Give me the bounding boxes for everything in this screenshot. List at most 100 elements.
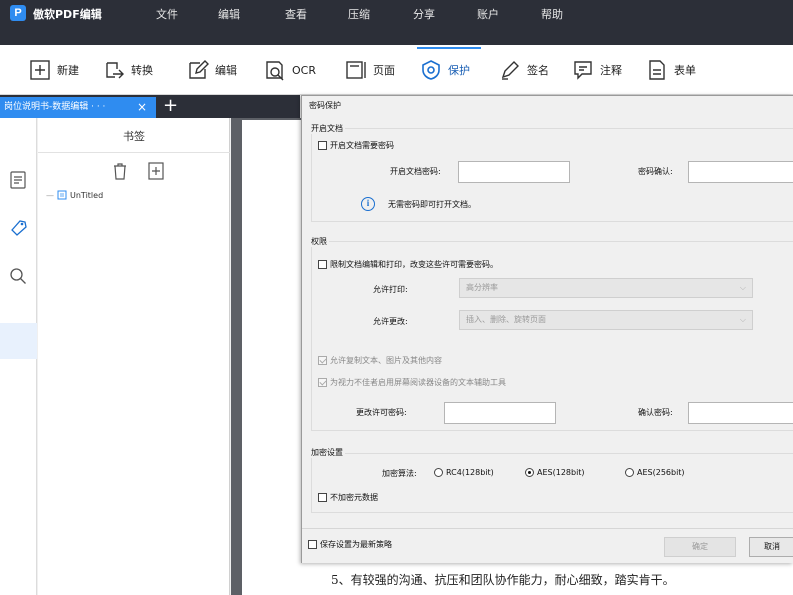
tool-protect-label: 保护 xyxy=(448,64,470,77)
edit-icon xyxy=(189,60,209,79)
allow-copy-checkbox[interactable]: 允许复制文本、图片及其他内容 xyxy=(318,355,442,366)
title-bar: P 傲软PDF编辑 文件 编辑 查看 压缩 分享 账户 帮助 xyxy=(0,0,793,45)
tool-ocr-label: OCR xyxy=(292,63,316,77)
menu-edit[interactable]: 编辑 xyxy=(218,6,240,22)
cancel-button[interactable]: 取消 xyxy=(749,537,793,557)
dialog-title: 密码保护 xyxy=(309,101,341,110)
allow-print-label: 允许打印: xyxy=(373,285,408,294)
app-logo: P xyxy=(10,5,26,21)
radio-button[interactable] xyxy=(434,468,443,477)
restrict-edit-label: 限制文档编辑和打印，改变这些许可需要密码。 xyxy=(330,260,498,269)
menu-account[interactable]: 账户 xyxy=(477,6,499,22)
allow-print-select[interactable]: 高分辨率 ⌵ xyxy=(459,278,753,298)
left-rail xyxy=(0,118,37,595)
bookmark-panel-title: 书签 xyxy=(123,130,145,143)
tool-edit-button[interactable]: 编辑 xyxy=(187,57,237,83)
tool-page-label: 页面 xyxy=(373,64,395,77)
open-confirm-label: 密码确认: xyxy=(638,167,673,176)
ok-button[interactable]: 确定 xyxy=(664,537,736,557)
tool-form-button[interactable]: 表单 xyxy=(646,57,696,83)
algorithm-label: 加密算法: xyxy=(382,469,417,478)
radio-button[interactable] xyxy=(525,468,534,477)
tool-new-button[interactable]: 新建 xyxy=(29,57,79,83)
radio-button[interactable] xyxy=(625,468,634,477)
checkbox-box[interactable] xyxy=(318,141,327,150)
tool-edit-label: 编辑 xyxy=(215,64,237,77)
menu-view[interactable]: 查看 xyxy=(285,6,307,22)
checkbox-box[interactable] xyxy=(318,356,327,365)
open-password-label: 开启文档密码: xyxy=(390,167,441,176)
tool-sign-label: 签名 xyxy=(527,64,549,77)
ocr-icon xyxy=(266,61,284,81)
encryption-group xyxy=(311,453,793,513)
menu-share[interactable]: 分享 xyxy=(413,6,435,22)
menu-compress[interactable]: 压缩 xyxy=(348,6,370,22)
radio-aes256-label: AES(256bit) xyxy=(637,468,685,477)
radio-rc4[interactable]: RC4(128bit) xyxy=(434,468,494,477)
search-icon[interactable] xyxy=(8,266,28,286)
tool-form-label: 表单 xyxy=(674,64,696,77)
add-bookmark-icon[interactable] xyxy=(146,161,166,181)
main-toolbar: 新建 转换 编辑 OCR 页面 保护 签名 注释 表单 xyxy=(0,45,793,95)
allow-copy-label: 允许复制文本、图片及其他内容 xyxy=(330,356,442,365)
thumbnail-icon[interactable] xyxy=(8,170,28,190)
permissions-group-label: 权限 xyxy=(309,236,329,247)
tool-sign-button[interactable]: 签名 xyxy=(499,57,549,83)
info-icon: i xyxy=(361,197,375,211)
require-open-password-checkbox[interactable]: 开启文档需要密码 xyxy=(318,140,394,151)
tool-convert-button[interactable]: 转换 xyxy=(103,57,153,83)
encryption-group-label: 加密设置 xyxy=(309,447,345,458)
require-open-password-label: 开启文档需要密码 xyxy=(330,141,394,150)
open-password-input[interactable] xyxy=(458,161,570,183)
radio-rc4-label: RC4(128bit) xyxy=(446,468,494,477)
bookmark-item[interactable]: — UnTitled xyxy=(46,190,103,200)
document-tabs: 岗位说明书-数据编辑 · · · × + xyxy=(0,95,300,118)
checkbox-box[interactable] xyxy=(308,540,317,549)
accessibility-label: 为视力不佳者启用屏幕阅读器设备的文本辅助工具 xyxy=(330,378,506,387)
no-metadata-label: 不加密元数据 xyxy=(330,493,378,502)
checkbox-box[interactable] xyxy=(318,378,327,387)
save-default-label: 保存设置为最新策略 xyxy=(320,540,392,549)
perm-password-input[interactable] xyxy=(444,402,556,424)
radio-aes256[interactable]: AES(256bit) xyxy=(625,468,685,477)
document-tab-title: 岗位说明书-数据编辑 · · · xyxy=(4,102,106,112)
add-tab-button[interactable]: + xyxy=(163,95,178,117)
checkbox-box[interactable] xyxy=(318,260,327,269)
allow-change-select[interactable]: 插入、删除、旋转页面 ⌵ xyxy=(459,310,753,330)
tool-comment-label: 注释 xyxy=(600,64,622,77)
allow-change-value: 插入、删除、旋转页面 xyxy=(466,315,546,324)
active-tool-indicator xyxy=(417,47,481,49)
bookmark-panel: 书签 — UnTitled xyxy=(38,118,230,595)
tool-protect-button[interactable]: 保护 xyxy=(420,57,470,83)
save-default-checkbox[interactable]: 保存设置为最新策略 xyxy=(308,539,392,550)
radio-aes128[interactable]: AES(128bit) xyxy=(525,468,585,477)
accessibility-checkbox[interactable]: 为视力不佳者启用屏幕阅读器设备的文本辅助工具 xyxy=(318,377,506,388)
open-confirm-input[interactable] xyxy=(688,161,793,183)
perm-confirm-label: 确认密码: xyxy=(638,408,673,417)
delete-bookmark-icon[interactable] xyxy=(110,161,130,181)
restrict-edit-checkbox[interactable]: 限制文档编辑和打印，改变这些许可需要密码。 xyxy=(318,259,498,270)
chevron-down-icon: ⌵ xyxy=(739,315,746,324)
perm-confirm-input[interactable] xyxy=(688,402,793,424)
allow-change-label: 允许更改: xyxy=(373,317,408,326)
bookmark-separator xyxy=(38,152,230,153)
chevron-down-icon: ⌵ xyxy=(739,283,746,292)
close-tab-icon[interactable]: × xyxy=(137,97,147,118)
page-icon xyxy=(346,61,366,79)
checkbox-box[interactable] xyxy=(318,493,327,502)
bookmark-tag-icon[interactable] xyxy=(8,218,28,238)
password-protect-dialog: 密码保护 开启文档 开启文档需要密码 开启文档密码: 密码确认: i 无需密码即… xyxy=(301,95,793,563)
document-tab[interactable]: 岗位说明书-数据编辑 · · · × xyxy=(0,97,156,118)
tool-page-button[interactable]: 页面 xyxy=(345,57,395,83)
tool-ocr-button[interactable]: OCR xyxy=(264,57,316,83)
comment-icon xyxy=(574,61,592,80)
radio-aes128-label: AES(128bit) xyxy=(537,468,585,477)
tool-convert-label: 转换 xyxy=(131,64,153,77)
menu-file[interactable]: 文件 xyxy=(156,6,178,22)
tool-comment-button[interactable]: 注释 xyxy=(572,57,622,83)
document-text-line: 5、有较强的沟通、抗压和团队协作能力，耐心细致，踏实肯干。 xyxy=(331,573,675,587)
perm-password-label: 更改许可密码: xyxy=(356,408,407,417)
no-metadata-checkbox[interactable]: 不加密元数据 xyxy=(318,492,378,503)
plus-box-icon xyxy=(30,60,50,80)
menu-help[interactable]: 帮助 xyxy=(541,6,563,22)
